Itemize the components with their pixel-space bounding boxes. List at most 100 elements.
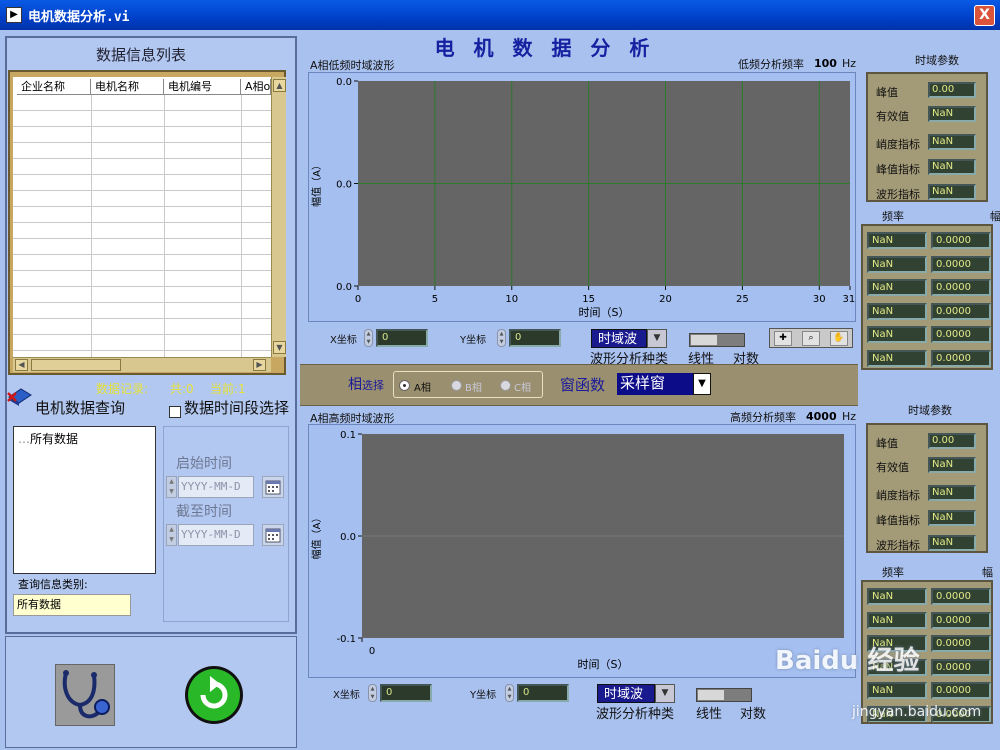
table-row[interactable] [13, 111, 271, 127]
hand-icon[interactable]: ✋ [830, 331, 848, 346]
table-row[interactable] [13, 319, 271, 335]
end-time-spinner[interactable]: ▲ ▼ [166, 524, 177, 546]
low-wave-select[interactable]: 时域波 [591, 329, 647, 348]
x-tick-label: 30 [813, 294, 826, 305]
phase-c-radio[interactable] [500, 380, 511, 391]
low-x-label: X坐标 [330, 335, 357, 346]
slider-knob[interactable] [691, 335, 717, 345]
calendar-icon[interactable] [262, 476, 284, 498]
table-row[interactable] [13, 207, 271, 223]
low-x-spinner[interactable]: ▲ ▼ [364, 329, 373, 347]
scroll-right-icon[interactable]: ▶ [253, 359, 266, 371]
high-x-input[interactable]: 0 [380, 684, 432, 702]
table-row[interactable] [13, 175, 271, 191]
table-row[interactable] [13, 335, 271, 351]
low-freq-value: 100 [814, 57, 837, 70]
amp-cell: 0.0000 [931, 682, 991, 699]
table-row[interactable] [13, 95, 271, 111]
low-chart-title: A相低频时域波形 [310, 59, 395, 72]
record-total: 共:0 [170, 382, 194, 396]
high-time-params: 峰值 0.00 有效值 NaN 峭度指标 NaN 峰值指标 NaN 波形指标 N… [866, 423, 988, 553]
table-row[interactable] [13, 127, 271, 143]
column-header-company[interactable]: 企业名称 [17, 79, 91, 95]
time-range-checkbox[interactable] [169, 406, 181, 418]
record-status: 数据记录: 共:0 当前:1 [10, 380, 290, 396]
high-frequency-chart[interactable]: 0 0.1 0.0 -0.1 时间（S） 幅值（A） [308, 424, 856, 678]
diagnose-button[interactable] [55, 664, 115, 726]
start-time-spinner[interactable]: ▲ ▼ [166, 476, 177, 498]
table-row[interactable] [13, 287, 271, 303]
table-row[interactable] [13, 239, 271, 255]
table-row[interactable] [13, 223, 271, 239]
high-time-params-title: 时域参数 [908, 404, 952, 417]
window-function-select[interactable]: 采样窗 [617, 373, 693, 395]
param-label: 峰值 [876, 437, 898, 450]
record-label: 数据记录: [96, 382, 149, 396]
chevron-down-icon[interactable]: ▼ [655, 684, 675, 703]
low-y-spinner[interactable]: ▲ ▼ [497, 329, 506, 347]
param-value: NaN [928, 457, 976, 473]
query-type-label: 查询信息类别: [18, 578, 88, 591]
table-vertical-scrollbar[interactable]: ▲ ▼ [271, 77, 286, 357]
start-time-input[interactable]: YYYY-MM-D [178, 476, 254, 498]
low-time-params: 峰值 0.00 有效值 NaN 峭度指标 NaN 峰值指标 NaN 波形指标 N… [866, 72, 988, 202]
x-tick-label: 25 [736, 294, 749, 305]
scroll-down-icon[interactable]: ▼ [273, 341, 286, 354]
chevron-down-icon[interactable]: ▼ [647, 329, 667, 348]
low-scale-slider[interactable] [689, 333, 745, 347]
zoom-icon[interactable]: ⌕ [802, 331, 820, 346]
query-tree[interactable]: …所有数据 [13, 426, 156, 574]
high-x-spinner[interactable]: ▲ ▼ [368, 684, 377, 702]
high-scale-slider[interactable] [696, 688, 752, 702]
action-panel [5, 636, 297, 748]
time-range-label: 数据时间段选择 [184, 399, 290, 417]
column-header-motor-name[interactable]: 电机名称 [91, 79, 164, 95]
scroll-thumb[interactable] [31, 359, 121, 371]
high-freq-label: 高频分析频率 [730, 411, 796, 424]
amp-cell: 0.0000 [931, 658, 991, 676]
amp-cell: 0.0000 [931, 635, 991, 652]
param-label: 波形指标 [876, 539, 920, 552]
close-button[interactable]: X [974, 5, 995, 26]
phase-b-radio[interactable] [451, 380, 462, 391]
low-y-input[interactable]: 0 [509, 329, 561, 347]
calendar-icon[interactable] [262, 524, 284, 546]
slider-knob[interactable] [698, 690, 724, 700]
crosshair-icon[interactable]: ✚ [774, 331, 792, 346]
column-divider [241, 95, 242, 357]
high-y-input[interactable]: 0 [517, 684, 569, 702]
y-tick-label: 0.1 [340, 430, 356, 441]
table-row[interactable] [13, 143, 271, 159]
table-row[interactable] [13, 271, 271, 287]
y-axis-label: 幅值（A） [310, 513, 323, 560]
table-horizontal-scrollbar[interactable]: ◀ ▶ [13, 357, 271, 372]
amp-cell: 0.0000 [931, 349, 991, 367]
column-header-phase-a[interactable]: A相o [241, 79, 271, 95]
low-x-input[interactable]: 0 [376, 329, 428, 347]
low-freq-unit: Hz [842, 57, 857, 70]
refresh-button[interactable] [183, 664, 245, 726]
phase-a-radio[interactable] [399, 380, 410, 391]
low-freq-table: NaN 0.0000 NaN 0.0000 NaN 0.0000 NaN 0.0000 NaN 0… [861, 224, 993, 370]
table-row[interactable] [13, 159, 271, 175]
tree-item-all[interactable]: …所有数据 [18, 430, 78, 447]
column-header-motor-id[interactable]: 电机编号 [164, 79, 241, 95]
table-row[interactable] [13, 303, 271, 319]
scroll-left-icon[interactable]: ◀ [15, 359, 28, 371]
chevron-down-icon[interactable]: ▼ [693, 373, 711, 395]
database-icon [7, 388, 32, 406]
high-y-spinner[interactable]: ▲ ▼ [505, 684, 514, 702]
y-tick-label: 0.0 [340, 532, 356, 543]
table-row[interactable] [13, 191, 271, 207]
table-row[interactable] [13, 255, 271, 271]
query-type-field[interactable]: 所有数据 [13, 594, 131, 616]
end-time-label: 截至时间 [176, 504, 232, 520]
high-x-label: X坐标 [333, 690, 360, 701]
scroll-up-icon[interactable]: ▲ [273, 79, 286, 92]
stethoscope-icon [62, 670, 110, 719]
data-table[interactable]: 企业名称 电机名称 电机编号 A相o [13, 77, 271, 357]
end-time-input[interactable]: YYYY-MM-D [178, 524, 254, 546]
freq-cell: NaN [867, 255, 927, 273]
low-frequency-chart[interactable]: 0 5 10 15 20 25 30 31.998 0.0 0.0 0.0 时间（S） 幅值（A） [308, 72, 856, 322]
high-wave-select[interactable]: 时域波 [597, 684, 655, 703]
